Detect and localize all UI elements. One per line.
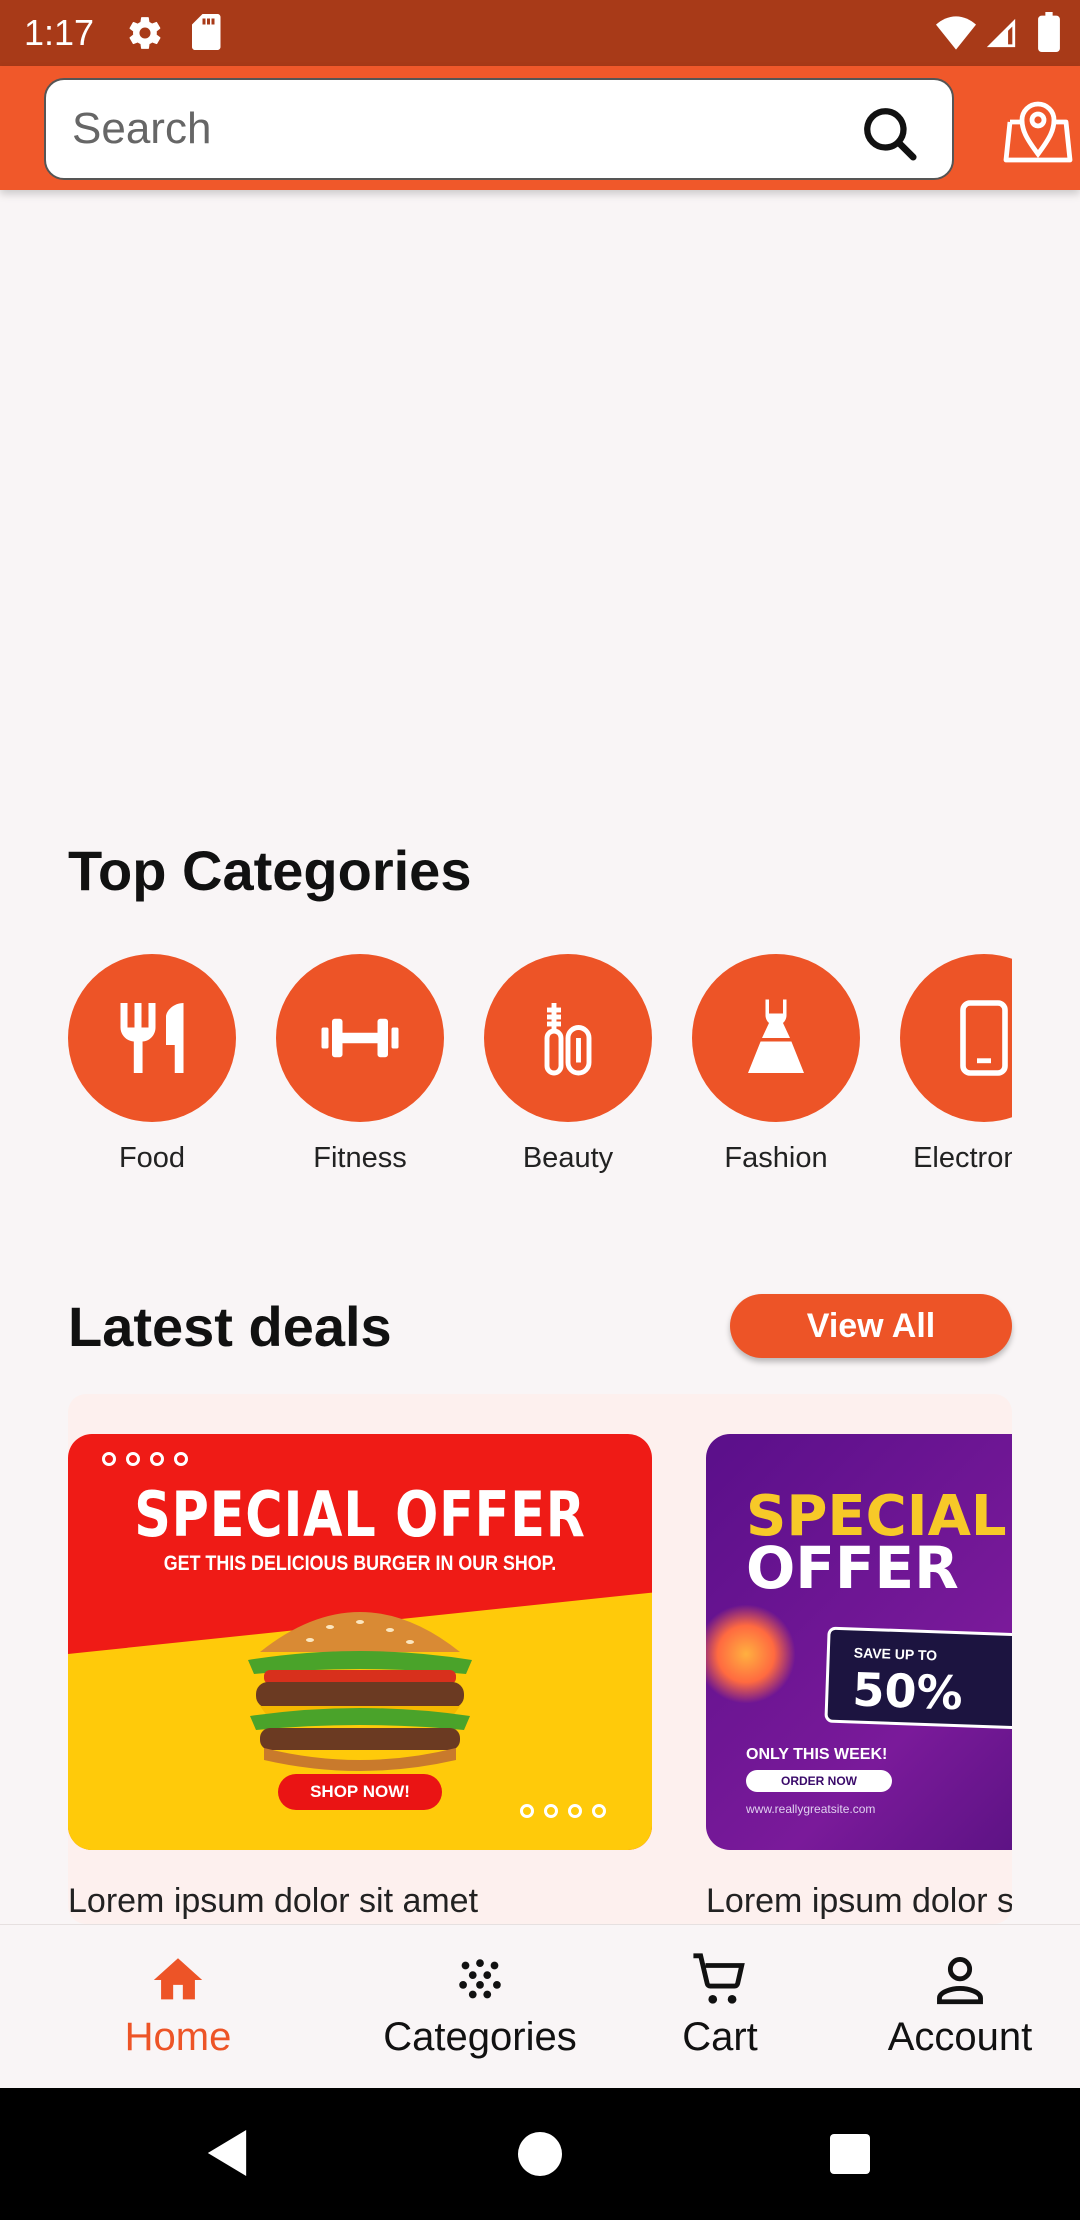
deal-caption: Lorem ipsum dolor sit amet	[706, 1882, 1012, 1920]
decor-dots	[102, 1452, 188, 1466]
nav-cart[interactable]: Cart	[660, 1951, 780, 2060]
deal-subline: GET THIS DELICIOUS BURGER IN OUR SHOP.	[163, 1552, 557, 1575]
category-circle[interactable]	[68, 954, 236, 1122]
top-categories-title: Top Categories	[68, 839, 472, 902]
search-icon[interactable]	[860, 104, 918, 162]
category-label: Beauty	[522, 1142, 614, 1174]
category-circle[interactable]	[900, 954, 1012, 1122]
view-all-button[interactable]: View All	[730, 1294, 1012, 1358]
burger-image	[248, 1612, 472, 1771]
decor-dots	[520, 1804, 606, 1818]
search-bar[interactable]	[44, 78, 954, 180]
save-label: SAVE UP TO	[853, 1644, 938, 1664]
category-circle[interactable]	[692, 954, 860, 1122]
status-bar: 1:17	[0, 0, 1080, 66]
bottom-nav: Home Categories Cart Account	[0, 1924, 1080, 2088]
deal-headline: OFFER	[746, 1534, 959, 1602]
order-now-button[interactable]: ORDER NOW	[746, 1770, 892, 1792]
latest-deals-title: Latest deals	[68, 1295, 392, 1358]
dumbbell-icon	[321, 1018, 399, 1058]
signal-icon	[986, 18, 1016, 48]
nav-label: Cart	[682, 2015, 758, 2059]
category-label: Food	[118, 1142, 186, 1174]
deal-caption: Lorem ipsum dolor sit amet	[68, 1882, 479, 1920]
categories-row[interactable]: Food Fitness Beauty Fashion Electronics	[68, 954, 1012, 1184]
category-label: Fashion	[724, 1142, 828, 1174]
account-icon	[937, 1957, 983, 2005]
system-nav-bar	[0, 2088, 1080, 2220]
category-fashion[interactable]: Fashion	[692, 954, 860, 1175]
cart-icon	[693, 1953, 745, 2004]
categories-icon	[459, 1959, 501, 1999]
search-input[interactable]	[72, 94, 852, 164]
discount-badge: SAVE UP TO 50%	[824, 1626, 1012, 1730]
save-value: 50%	[851, 1662, 964, 1721]
map-location-icon[interactable]	[1002, 94, 1074, 166]
category-fitness[interactable]: Fitness	[276, 954, 444, 1175]
app-header	[0, 66, 1080, 190]
nav-account[interactable]: Account	[868, 1951, 1052, 2060]
deals-carousel[interactable]: SPECIAL OFFER GET THIS DELICIOUS BURGER …	[68, 1394, 1012, 1924]
gear-icon	[129, 17, 161, 49]
nav-label: Account	[887, 2015, 1033, 2059]
home-icon	[153, 1958, 203, 2000]
nav-categories[interactable]: Categories	[360, 1951, 600, 2060]
category-circle[interactable]	[276, 954, 444, 1122]
category-beauty[interactable]: Beauty	[484, 954, 652, 1175]
site-url: www.reallygreatsite.com	[746, 1802, 876, 1816]
nav-label: Categories	[383, 2015, 577, 2059]
deal-card[interactable]: SPECIAL OFFER GET THIS DELICIOUS BURGER …	[68, 1434, 652, 1921]
fork-knife-icon	[120, 1003, 184, 1073]
phone-icon	[960, 1000, 1008, 1076]
banner-carousel[interactable]	[0, 190, 1080, 810]
only-this-week: ONLY THIS WEEK!	[746, 1746, 888, 1763]
back-icon[interactable]	[204, 2128, 250, 2178]
dress-icon	[748, 999, 804, 1073]
deal-headline: SPECIAL OFFER	[134, 1478, 586, 1551]
glow-decoration	[706, 1604, 796, 1704]
status-time: 1:17	[24, 12, 95, 53]
category-label: Electronics	[913, 1142, 1012, 1174]
makeup-icon	[544, 1003, 592, 1076]
home-circle-icon[interactable]	[518, 2132, 562, 2176]
category-electronics[interactable]: Electronics	[900, 954, 1012, 1175]
nav-home[interactable]: Home	[108, 1951, 248, 2060]
wifi-icon	[936, 16, 976, 50]
category-label: Fitness	[313, 1142, 407, 1174]
category-food[interactable]: Food	[68, 954, 236, 1175]
deal-card[interactable]: SPECIAL OFFER SAVE UP TO 50% ONLY THIS W…	[706, 1434, 1012, 1921]
sd-card-icon	[192, 14, 221, 50]
battery-icon	[1038, 12, 1060, 52]
deal-image-burger[interactable]: SPECIAL OFFER GET THIS DELICIOUS BURGER …	[68, 1434, 652, 1850]
nav-label: Home	[124, 2015, 232, 2059]
shop-now-button[interactable]: SHOP NOW!	[278, 1774, 442, 1810]
recents-icon[interactable]	[830, 2134, 870, 2174]
category-circle[interactable]	[484, 954, 652, 1122]
deal-image-purple[interactable]: SPECIAL OFFER SAVE UP TO 50% ONLY THIS W…	[706, 1434, 1012, 1850]
